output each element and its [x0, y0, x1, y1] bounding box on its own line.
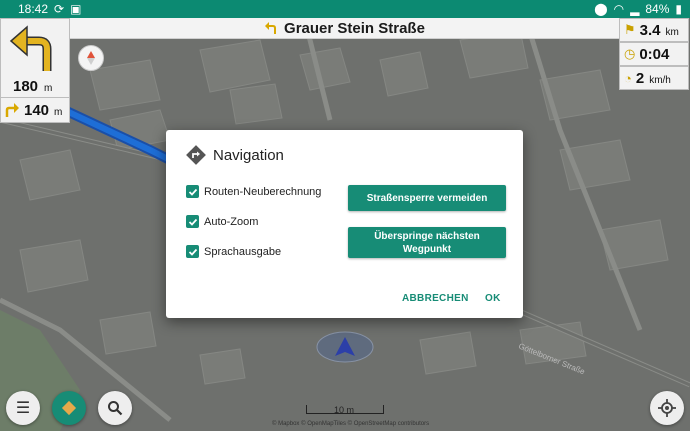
dialog-title: Navigation [213, 147, 284, 164]
navigation-button[interactable] [52, 391, 86, 425]
turn-left-small-icon [265, 22, 277, 34]
turn-distance: 180 m [13, 78, 52, 95]
speed-value: 2 [635, 69, 645, 87]
menu-button[interactable]: ☰ [6, 391, 40, 425]
map-attribution[interactable]: © Mapbox © OpenMapTiles © OpenStreetMap … [272, 421, 429, 427]
checkbox-label: Routen-Neuberechnung [204, 185, 322, 198]
my-location-button[interactable] [650, 391, 684, 425]
location-icon: ⬤ [594, 2, 608, 16]
battery-icon: ▮ [675, 2, 682, 16]
turn-distance-value: 180 [13, 78, 39, 95]
image-icon: ▣ [70, 2, 82, 16]
street-name: Grauer Stein Straße [284, 19, 425, 37]
menu-icon: ☰ [15, 400, 31, 417]
turn-left-icon [9, 25, 52, 71]
checkbox-checked-icon [186, 245, 199, 258]
timer-icon: ◷ [624, 46, 636, 61]
search-button[interactable] [98, 391, 132, 425]
time-value: 0:04 [639, 45, 670, 63]
checkbox-voice-output[interactable]: Sprachausgabe [186, 245, 281, 258]
distance-unit: km [665, 26, 679, 38]
skip-waypoint-button[interactable]: Überspringe nächsten Wegpunkt [348, 227, 506, 258]
sync-icon: ⟳ [54, 2, 65, 16]
avoid-roadblock-button[interactable]: Straßensperre vermeiden [348, 185, 506, 211]
next-turn-distance: 140 [24, 101, 50, 119]
turn-instruction-box[interactable]: 180 m [0, 18, 70, 98]
map-scale-label: 10 m [334, 405, 355, 415]
speedometer-icon: ◔ [624, 70, 632, 86]
skip-waypoint-label-line1: Überspringe nächsten [374, 230, 480, 242]
battery-text: 84% [645, 2, 670, 16]
distance-value: 3.4 [639, 21, 661, 39]
compass-needle-icon [87, 51, 95, 65]
navigation-diamond-icon [61, 400, 77, 416]
my-location-icon [658, 399, 676, 417]
status-time: 18:42 [18, 2, 49, 16]
next-turn-box[interactable]: 140 m [0, 97, 70, 123]
skip-waypoint-label-line2: Wegpunkt [402, 243, 452, 255]
turn-right-small-icon [5, 103, 19, 117]
turn-distance-unit: m [44, 83, 53, 94]
checkbox-checked-icon [186, 215, 199, 228]
info-time[interactable]: ◷ 0:04 [619, 42, 689, 66]
flag-icon: ⚑ [624, 22, 636, 37]
checkbox-route-recalculation[interactable]: Routen-Neuberechnung [186, 185, 321, 198]
current-street-bar: Grauer Stein Straße [70, 18, 619, 39]
checkbox-label: Auto-Zoom [204, 215, 259, 228]
info-distance[interactable]: ⚑ 3.4 km [619, 18, 689, 42]
speed-unit: km/h [649, 74, 671, 86]
next-turn-unit: m [54, 106, 63, 118]
cancel-button[interactable]: ABBRECHEN [402, 293, 469, 304]
signal-icon: ▂ [630, 2, 640, 16]
checkbox-auto-zoom[interactable]: Auto-Zoom [186, 215, 258, 228]
search-icon [108, 401, 123, 416]
checkbox-label: Sprachausgabe [204, 245, 282, 258]
info-speed[interactable]: ◔ 2 km/h [619, 66, 689, 90]
navigation-diamond-icon [186, 145, 206, 165]
checkbox-checked-icon [186, 185, 199, 198]
status-bar: 18:42 ⟳ ▣ ⬤ ◠ ▂ 84% ▮ [0, 0, 690, 18]
ok-button[interactable]: OK [485, 293, 501, 304]
wifi-icon: ◠ [613, 2, 625, 16]
compass-button[interactable] [78, 45, 104, 71]
navigation-dialog: Navigation Routen-Neuberechnung Auto-Zoo… [166, 130, 523, 318]
